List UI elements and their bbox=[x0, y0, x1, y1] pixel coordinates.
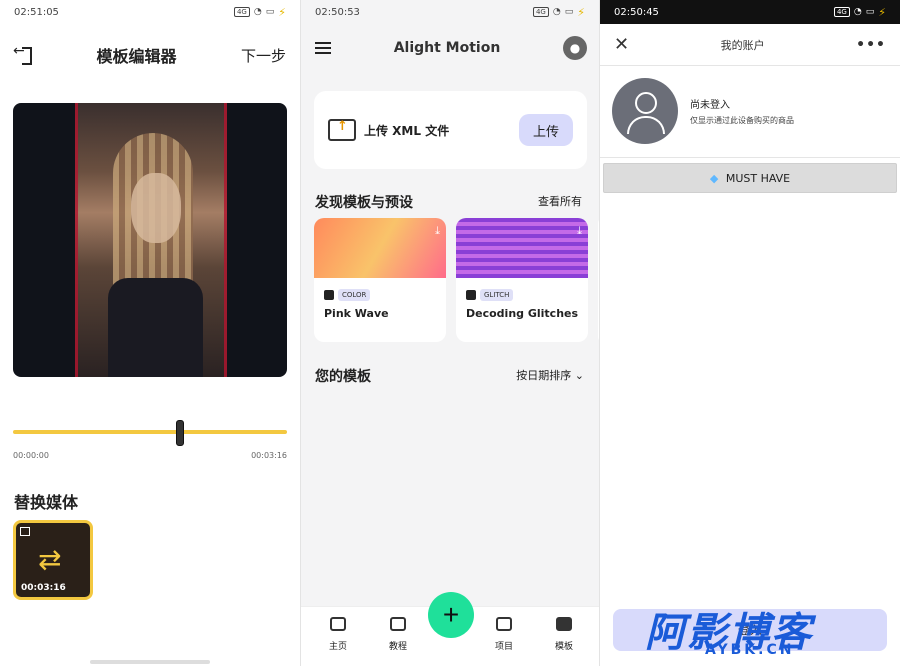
battery-icon: ▭ bbox=[865, 7, 875, 17]
home-indicator bbox=[90, 660, 210, 664]
page-title: 我的账户 bbox=[720, 38, 765, 52]
charging-icon: ⚡ bbox=[878, 5, 886, 19]
status-time: 02:50:45 bbox=[614, 6, 659, 18]
projects-icon bbox=[496, 617, 512, 631]
glitch-stripe bbox=[224, 103, 227, 377]
watermark-url: AYBK.CN bbox=[705, 642, 795, 658]
signal-icon: 4G bbox=[233, 7, 250, 17]
home-screen: 02:50:53 4G ◔ ▭ ⚡ Alight Motion ● 上传 XML… bbox=[300, 0, 600, 666]
status-bar: 02:51:05 4G ◔ ▭ ⚡ bbox=[0, 0, 300, 24]
close-icon[interactable]: ✕ bbox=[614, 34, 629, 55]
account-screen: 02:50:45 4G ◔ ▭ ⚡ ✕ 我的账户 ••• 尚未登入 仅显示通过此… bbox=[600, 0, 900, 666]
account-header: ✕ 我的账户 ••• bbox=[600, 24, 900, 66]
template-editor-screen: 02:51:05 4G ◔ ▭ ⚡ 模板编辑器 下一步 00:00:00 00:… bbox=[0, 0, 300, 666]
media-duration: 00:03:16 bbox=[21, 583, 66, 593]
template-tag: COLOR bbox=[324, 289, 371, 301]
upload-button[interactable]: 上传 bbox=[519, 114, 573, 146]
upload-xml-label: 上传 XML 文件 bbox=[364, 123, 450, 138]
battery-icon: ▭ bbox=[564, 7, 574, 17]
templates-icon bbox=[556, 617, 572, 631]
purchase-note: 仅显示通过此设备购买的商品 bbox=[690, 116, 794, 125]
template-tag: GLITCH bbox=[466, 289, 514, 301]
status-bar: 02:50:53 4G ◔ ▭ ⚡ bbox=[301, 0, 599, 24]
glitch-stripe bbox=[75, 103, 78, 377]
template-thumbnail: ⤓ bbox=[314, 218, 446, 278]
time-end: 00:03:16 bbox=[251, 451, 287, 460]
upload-xml-card: 上传 XML 文件 上传 bbox=[314, 91, 587, 169]
sort-dropdown[interactable]: 按日期排序 ⌄ bbox=[516, 367, 584, 383]
status-time: 02:50:53 bbox=[315, 6, 360, 18]
wifi-icon: ◔ bbox=[853, 7, 862, 17]
tab-templates-label: 模板 bbox=[554, 642, 573, 652]
account-icon[interactable]: ● bbox=[563, 36, 587, 60]
timeline-slider-handle[interactable] bbox=[176, 420, 185, 446]
video-preview[interactable] bbox=[13, 103, 287, 377]
see-all-link[interactable]: 查看所有 bbox=[538, 193, 582, 209]
status-icons: 4G ◔ ▭ ⚡ bbox=[532, 5, 585, 19]
discover-title: 发现模板与预设 bbox=[315, 195, 413, 211]
next-button[interactable]: 下一步 bbox=[241, 45, 286, 66]
template-name: Decoding Glitches bbox=[466, 307, 579, 320]
template-card[interactable]: ⤓ GLITCH Decoding Glitches bbox=[456, 218, 588, 342]
tab-tutorials-label: 教程 bbox=[388, 642, 407, 652]
template-tag-label: GLITCH bbox=[480, 289, 514, 301]
tab-home[interactable]: 主页 bbox=[318, 617, 358, 652]
preview-subject-face bbox=[131, 173, 181, 243]
page-title: 模板编辑器 bbox=[96, 47, 177, 66]
signal-icon: 4G bbox=[833, 7, 850, 17]
template-card[interactable]: ⤓ COLOR Pink Wave bbox=[314, 218, 446, 342]
tab-templates[interactable]: 模板 bbox=[544, 617, 584, 652]
status-icons: 4G ◔ ▭ ⚡ bbox=[233, 5, 286, 19]
wifi-icon: ◔ bbox=[552, 7, 561, 17]
download-icon[interactable]: ⤓ bbox=[577, 224, 582, 238]
timeline-slider[interactable] bbox=[13, 430, 287, 434]
profile-section: 尚未登入 仅显示通过此设备购买的商品 bbox=[600, 66, 900, 158]
must-have-label: MUST HAVE bbox=[725, 172, 791, 185]
charging-icon: ⚡ bbox=[577, 5, 585, 19]
swap-icon: ⇄ bbox=[38, 543, 62, 576]
watermark: 阿影博客 AYBK.CN bbox=[645, 600, 895, 662]
exit-icon[interactable] bbox=[13, 43, 32, 65]
status-time: 02:51:05 bbox=[14, 6, 59, 18]
folder-upload-icon bbox=[328, 119, 356, 141]
tab-home-label: 主页 bbox=[328, 642, 347, 652]
battery-icon: ▭ bbox=[265, 7, 275, 17]
editor-header: 模板编辑器 下一步 bbox=[0, 38, 300, 72]
sort-label: 按日期排序 bbox=[516, 369, 572, 382]
template-thumbnail: ⤓ bbox=[456, 218, 588, 278]
login-status: 尚未登入 bbox=[690, 100, 730, 111]
diamond-icon: ◆ bbox=[709, 172, 719, 185]
my-templates-title: 您的模板 bbox=[315, 369, 371, 385]
image-icon bbox=[20, 527, 30, 536]
home-icon bbox=[330, 617, 346, 631]
download-icon[interactable]: ⤓ bbox=[435, 224, 440, 238]
preview-subject-body bbox=[108, 278, 203, 377]
status-bar: 02:50:45 4G ◔ ▭ ⚡ bbox=[600, 0, 900, 24]
signal-icon: 4G bbox=[532, 7, 549, 17]
graduation-cap-icon bbox=[390, 617, 406, 631]
template-tag-label: COLOR bbox=[338, 289, 371, 301]
status-icons: 4G ◔ ▭ ⚡ bbox=[833, 5, 886, 19]
tab-projects-label: 项目 bbox=[494, 642, 513, 652]
template-name: Pink Wave bbox=[324, 307, 389, 320]
tab-tutorials[interactable]: 教程 bbox=[378, 617, 418, 652]
time-start: 00:00:00 bbox=[13, 451, 49, 460]
app-header: Alight Motion ● bbox=[301, 30, 599, 66]
create-project-button[interactable]: + bbox=[428, 592, 474, 638]
must-have-button[interactable]: ◆ MUST HAVE bbox=[603, 163, 897, 193]
screenshot-root: 02:51:05 4G ◔ ▭ ⚡ 模板编辑器 下一步 00:00:00 00:… bbox=[0, 0, 900, 666]
tab-projects[interactable]: 项目 bbox=[484, 617, 524, 652]
charging-icon: ⚡ bbox=[278, 5, 286, 19]
chevron-down-icon: ⌄ bbox=[574, 369, 584, 382]
app-brand: Alight Motion bbox=[393, 40, 501, 56]
menu-icon[interactable] bbox=[315, 42, 331, 54]
wifi-icon: ◔ bbox=[253, 7, 262, 17]
user-avatar-icon bbox=[612, 78, 678, 144]
template-type-icon bbox=[466, 290, 476, 300]
template-type-icon bbox=[324, 290, 334, 300]
media-thumbnail[interactable]: ⇄ 00:03:16 bbox=[13, 520, 93, 600]
more-options-icon[interactable]: ••• bbox=[856, 37, 886, 53]
replace-media-title: 替换媒体 bbox=[14, 493, 79, 512]
